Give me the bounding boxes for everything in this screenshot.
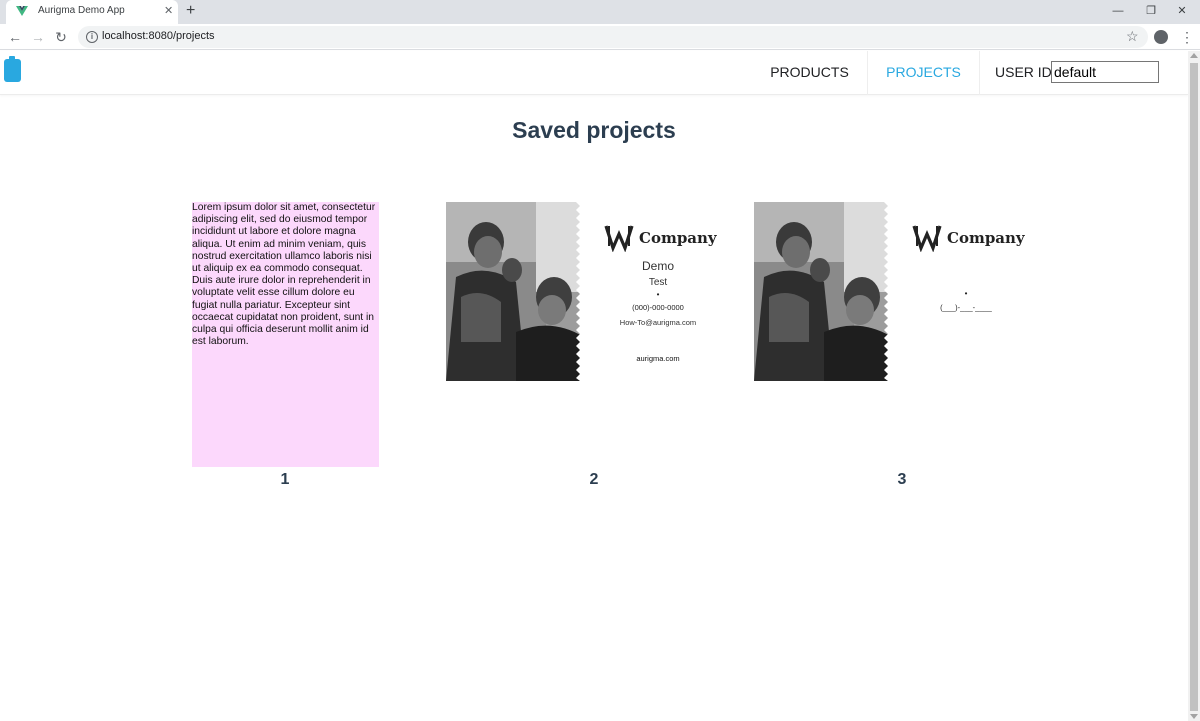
barber-photo: [446, 202, 584, 381]
barber-photo: [754, 202, 892, 381]
page-title: Saved projects: [512, 117, 676, 143]
new-tab-icon[interactable]: +: [186, 2, 195, 20]
forward-arrow-icon[interactable]: →: [29, 28, 47, 46]
project-1-preview[interactable]: Lorem ipsum dolor sit amet, consectetur …: [192, 202, 379, 467]
tab-close-icon[interactable]: ✕: [164, 4, 173, 18]
browser-menu-icon[interactable]: ⋮: [1180, 28, 1194, 46]
browser-tab[interactable]: Aurigma Demo App ✕: [6, 0, 178, 24]
nav-products-link[interactable]: PRODUCTS: [752, 51, 868, 95]
page: PRODUCTS PROJECTS USER ID Saved projects…: [0, 51, 1188, 721]
address-url[interactable]: localhost:8080/projects: [102, 30, 215, 42]
card-website: aurigma.com: [636, 354, 680, 363]
card-email: How-To@aurigma.com: [619, 318, 697, 327]
userid-input[interactable]: [1051, 61, 1159, 83]
project-2-preview[interactable]: Company Demo Test • (000)-000-0000 How-T…: [446, 202, 746, 382]
vue-favicon-icon: [16, 6, 28, 16]
card-phone: (000)-000-0000: [632, 303, 684, 312]
restore-icon[interactable]: ❐: [1141, 3, 1161, 19]
project-3-preview[interactable]: Company • (___)-___-____: [754, 202, 1054, 382]
profile-avatar-icon[interactable]: [1154, 30, 1168, 44]
browser-tab-bar: Aurigma Demo App ✕ + — ❐ ✕: [0, 0, 1200, 24]
bookmark-star-icon[interactable]: ☆: [1126, 28, 1139, 45]
address-bar[interactable]: i localhost:8080/projects ☆: [78, 26, 1148, 48]
project-2-number: 2: [589, 471, 599, 488]
page-scrollbar[interactable]: [1188, 51, 1200, 721]
company-logo-icon: [912, 225, 942, 252]
app-navbar: PRODUCTS PROJECTS USER ID: [0, 51, 1188, 95]
browser-toolbar: ← → ↻ i localhost:8080/projects ☆ ⋮: [0, 24, 1200, 50]
window-close-icon[interactable]: ✕: [1172, 3, 1192, 19]
reload-icon[interactable]: ↻: [52, 28, 70, 46]
app-logo-icon[interactable]: [4, 56, 21, 82]
card-role: Test: [648, 277, 668, 288]
project-1-number: 1: [280, 471, 290, 488]
tab-title: Aurigma Demo App: [38, 5, 125, 16]
scroll-down-arrow-icon[interactable]: [1190, 714, 1198, 719]
site-info-icon[interactable]: i: [86, 31, 98, 43]
company-logo-icon: [604, 225, 634, 252]
project-1-text: Lorem ipsum dolor sit amet, consectetur …: [192, 202, 376, 348]
card-phone: (___)-___-____: [940, 303, 992, 312]
company-name: Company: [947, 229, 1025, 247]
minimize-icon[interactable]: —: [1108, 3, 1128, 19]
company-name: Company: [639, 229, 717, 247]
scroll-thumb[interactable]: [1190, 63, 1198, 711]
userid-label: USER ID: [995, 64, 1052, 80]
back-arrow-icon[interactable]: ←: [6, 28, 24, 46]
card-bullet: •: [964, 289, 968, 298]
scroll-up-arrow-icon[interactable]: [1190, 53, 1198, 58]
project-3-number: 3: [897, 471, 907, 488]
nav-projects-link[interactable]: PROJECTS: [868, 51, 980, 95]
card-name: Demo: [641, 259, 674, 273]
card-bullet: •: [656, 290, 660, 299]
